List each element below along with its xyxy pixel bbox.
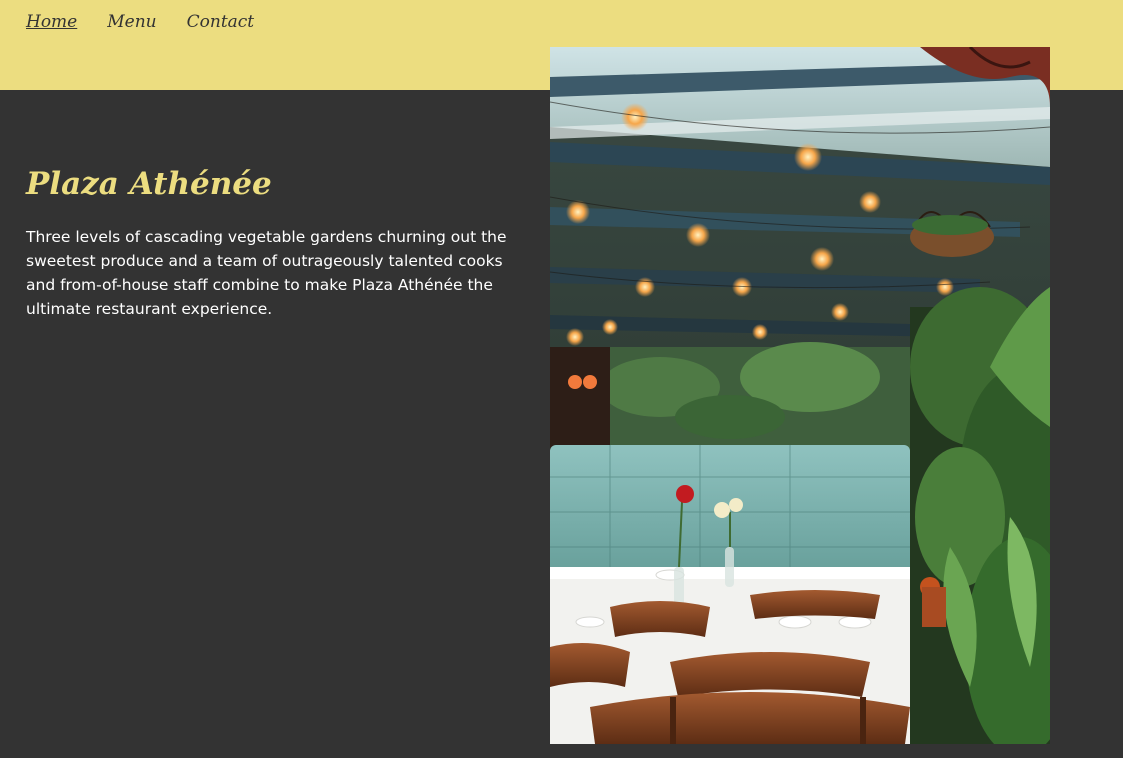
nav-link-home[interactable]: Home <box>26 11 77 33</box>
nav-link-contact[interactable]: Contact <box>187 11 255 33</box>
restaurant-title: Plaza Athénée <box>26 166 272 202</box>
restaurant-description: Three levels of cascading vegetable gard… <box>26 228 507 318</box>
restaurant-photo <box>550 47 1050 744</box>
main-nav: Home Menu Contact <box>26 11 254 33</box>
nav-link-menu[interactable]: Menu <box>107 11 156 33</box>
